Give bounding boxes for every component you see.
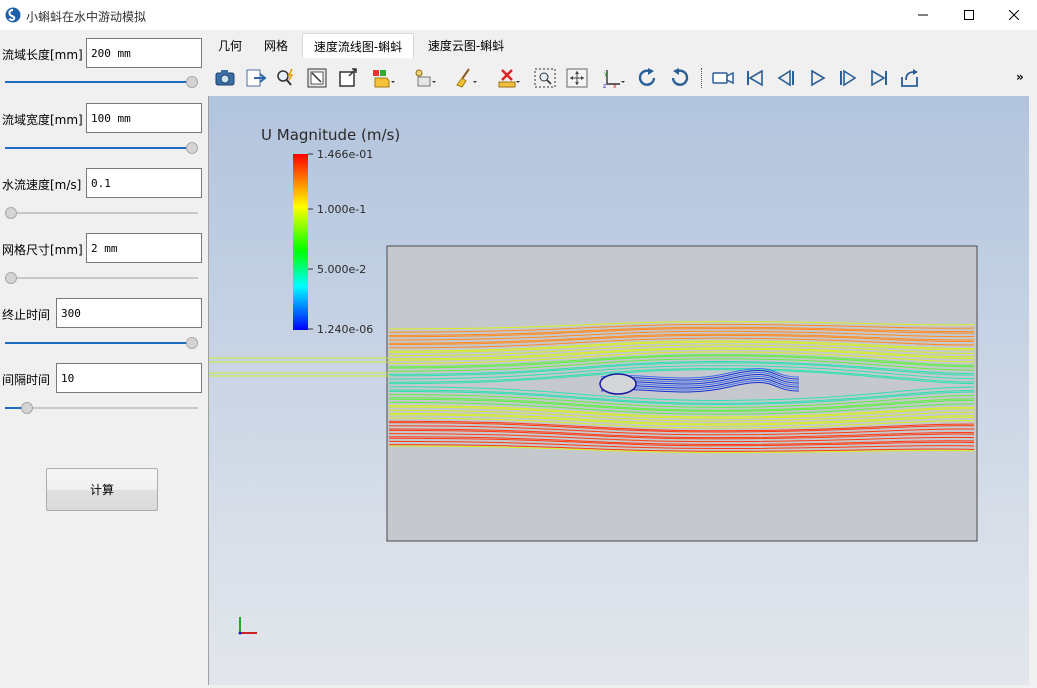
camera-icon[interactable] <box>213 67 237 89</box>
parameter-panel: 流域长度[mm] 200 mm 流域宽度[mm] 100 mm 水流速度[m/s… <box>0 30 208 688</box>
close-icon <box>1009 10 1019 20</box>
select-icon[interactable] <box>412 67 436 89</box>
axes-icon[interactable]: yx z <box>601 67 625 89</box>
domain-width-input[interactable]: 100 mm <box>86 103 202 133</box>
render-viewport[interactable]: U Magnitude (m/s) 1.466e-01 1.000e-1 5.0… <box>208 96 1029 685</box>
slider-thumb[interactable] <box>186 337 198 349</box>
app-logo-icon <box>5 7 21 23</box>
minimize-button[interactable] <box>900 0 946 30</box>
color-map-icon[interactable] <box>371 67 395 89</box>
tab-geometry[interactable]: 几何 <box>210 33 250 58</box>
calculate-button[interactable]: 计算 <box>46 468 158 511</box>
record-icon[interactable] <box>711 67 735 89</box>
end-time-slider[interactable] <box>5 336 198 350</box>
svg-text:x: x <box>613 83 617 89</box>
rotate-ccw-icon[interactable] <box>667 67 691 89</box>
legend-tick: 5.000e-2 <box>317 263 366 276</box>
first-frame-icon[interactable] <box>743 67 767 89</box>
maximize-icon <box>964 10 974 20</box>
tab-velocity-contour[interactable]: 速度云图-蝌蚪 <box>418 33 514 58</box>
legend-title: U Magnitude (m/s) <box>261 126 400 144</box>
param-label: 流域长度[mm] <box>2 48 83 62</box>
last-frame-icon[interactable] <box>867 67 891 89</box>
param-label: 终止时间 <box>2 308 51 322</box>
zoom-box-icon[interactable] <box>533 67 557 89</box>
tadpole-body <box>599 373 637 395</box>
loop-icon[interactable] <box>898 67 922 89</box>
tab-bar: 几何 网格 速度流线图-蝌蚪 速度云图-蝌蚪 <box>208 30 1037 58</box>
inlet-streamlines <box>209 357 389 377</box>
title-bar: 小蝌蚪在水中游动模拟 <box>0 0 1037 30</box>
pick-center-icon[interactable] <box>565 67 589 89</box>
param-label: 流域宽度[mm] <box>2 113 83 127</box>
param-domain-width: 流域宽度[mm] 100 mm <box>0 103 208 133</box>
slider-thumb[interactable] <box>5 272 17 284</box>
close-button[interactable] <box>991 0 1037 30</box>
clean-icon[interactable] <box>453 67 477 89</box>
slider-thumb[interactable] <box>5 207 17 219</box>
end-time-input[interactable]: 300 <box>56 298 202 328</box>
color-bar <box>293 154 308 330</box>
legend-tick-min: 1.240e-06 <box>317 323 373 336</box>
param-label: 网格尺寸[mm] <box>2 243 83 257</box>
param-water-velocity: 水流速度[m/s] 0.1 <box>0 168 208 198</box>
export-icon[interactable] <box>244 67 268 89</box>
legend-tick-max: 1.466e-01 <box>317 148 373 161</box>
domain-length-slider[interactable] <box>5 75 198 89</box>
slider-thumb[interactable] <box>21 402 34 414</box>
play-icon[interactable] <box>805 67 829 89</box>
flow-domain-box <box>386 245 978 542</box>
interval-time-slider[interactable] <box>5 401 198 415</box>
param-label: 水流速度[m/s] <box>2 178 82 192</box>
next-frame-icon[interactable] <box>836 67 860 89</box>
water-velocity-slider[interactable] <box>5 206 198 220</box>
maximize-button[interactable] <box>946 0 992 30</box>
toolbar-overflow-button[interactable]: » <box>1016 70 1024 84</box>
tab-velocity-streamlines[interactable]: 速度流线图-蝌蚪 <box>302 33 414 58</box>
delete-icon[interactable] <box>496 67 520 89</box>
mesh-size-slider[interactable] <box>5 271 198 285</box>
streamline-render: U Magnitude (m/s) 1.466e-01 1.000e-1 5.0… <box>209 126 978 635</box>
param-domain-length: 流域长度[mm] 200 mm <box>0 38 208 68</box>
interval-time-input[interactable]: 10 <box>56 363 202 393</box>
minimize-icon <box>918 14 928 16</box>
tab-mesh[interactable]: 网格 <box>256 33 296 58</box>
svg-text:z: z <box>603 83 606 89</box>
svg-text:y: y <box>604 70 608 77</box>
legend-tick: 1.000e-1 <box>317 203 366 216</box>
orientation-axes-icon <box>238 617 257 635</box>
toolbar-separator <box>701 68 702 88</box>
param-label: 间隔时间 <box>2 373 51 387</box>
window-title: 小蝌蚪在水中游动模拟 <box>26 10 147 24</box>
zoom-to-data-icon[interactable] <box>336 67 360 89</box>
rotate-cw-icon[interactable] <box>636 67 660 89</box>
param-mesh-size: 网格尺寸[mm] 2 mm <box>0 233 208 263</box>
view-toolbar: yx z » <box>208 58 1037 96</box>
domain-width-slider[interactable] <box>5 141 198 155</box>
param-interval-time: 间隔时间 10 <box>0 363 208 393</box>
param-end-time: 终止时间 300 <box>0 298 208 328</box>
water-velocity-input[interactable]: 0.1 <box>86 168 202 198</box>
previous-frame-icon[interactable] <box>774 67 798 89</box>
slider-thumb[interactable] <box>186 76 198 88</box>
reset-camera-icon[interactable] <box>305 67 329 89</box>
slider-thumb[interactable] <box>186 142 198 154</box>
domain-length-input[interactable]: 200 mm <box>86 38 202 68</box>
zoom-interactive-icon[interactable] <box>274 67 298 89</box>
mesh-size-input[interactable]: 2 mm <box>86 233 202 263</box>
